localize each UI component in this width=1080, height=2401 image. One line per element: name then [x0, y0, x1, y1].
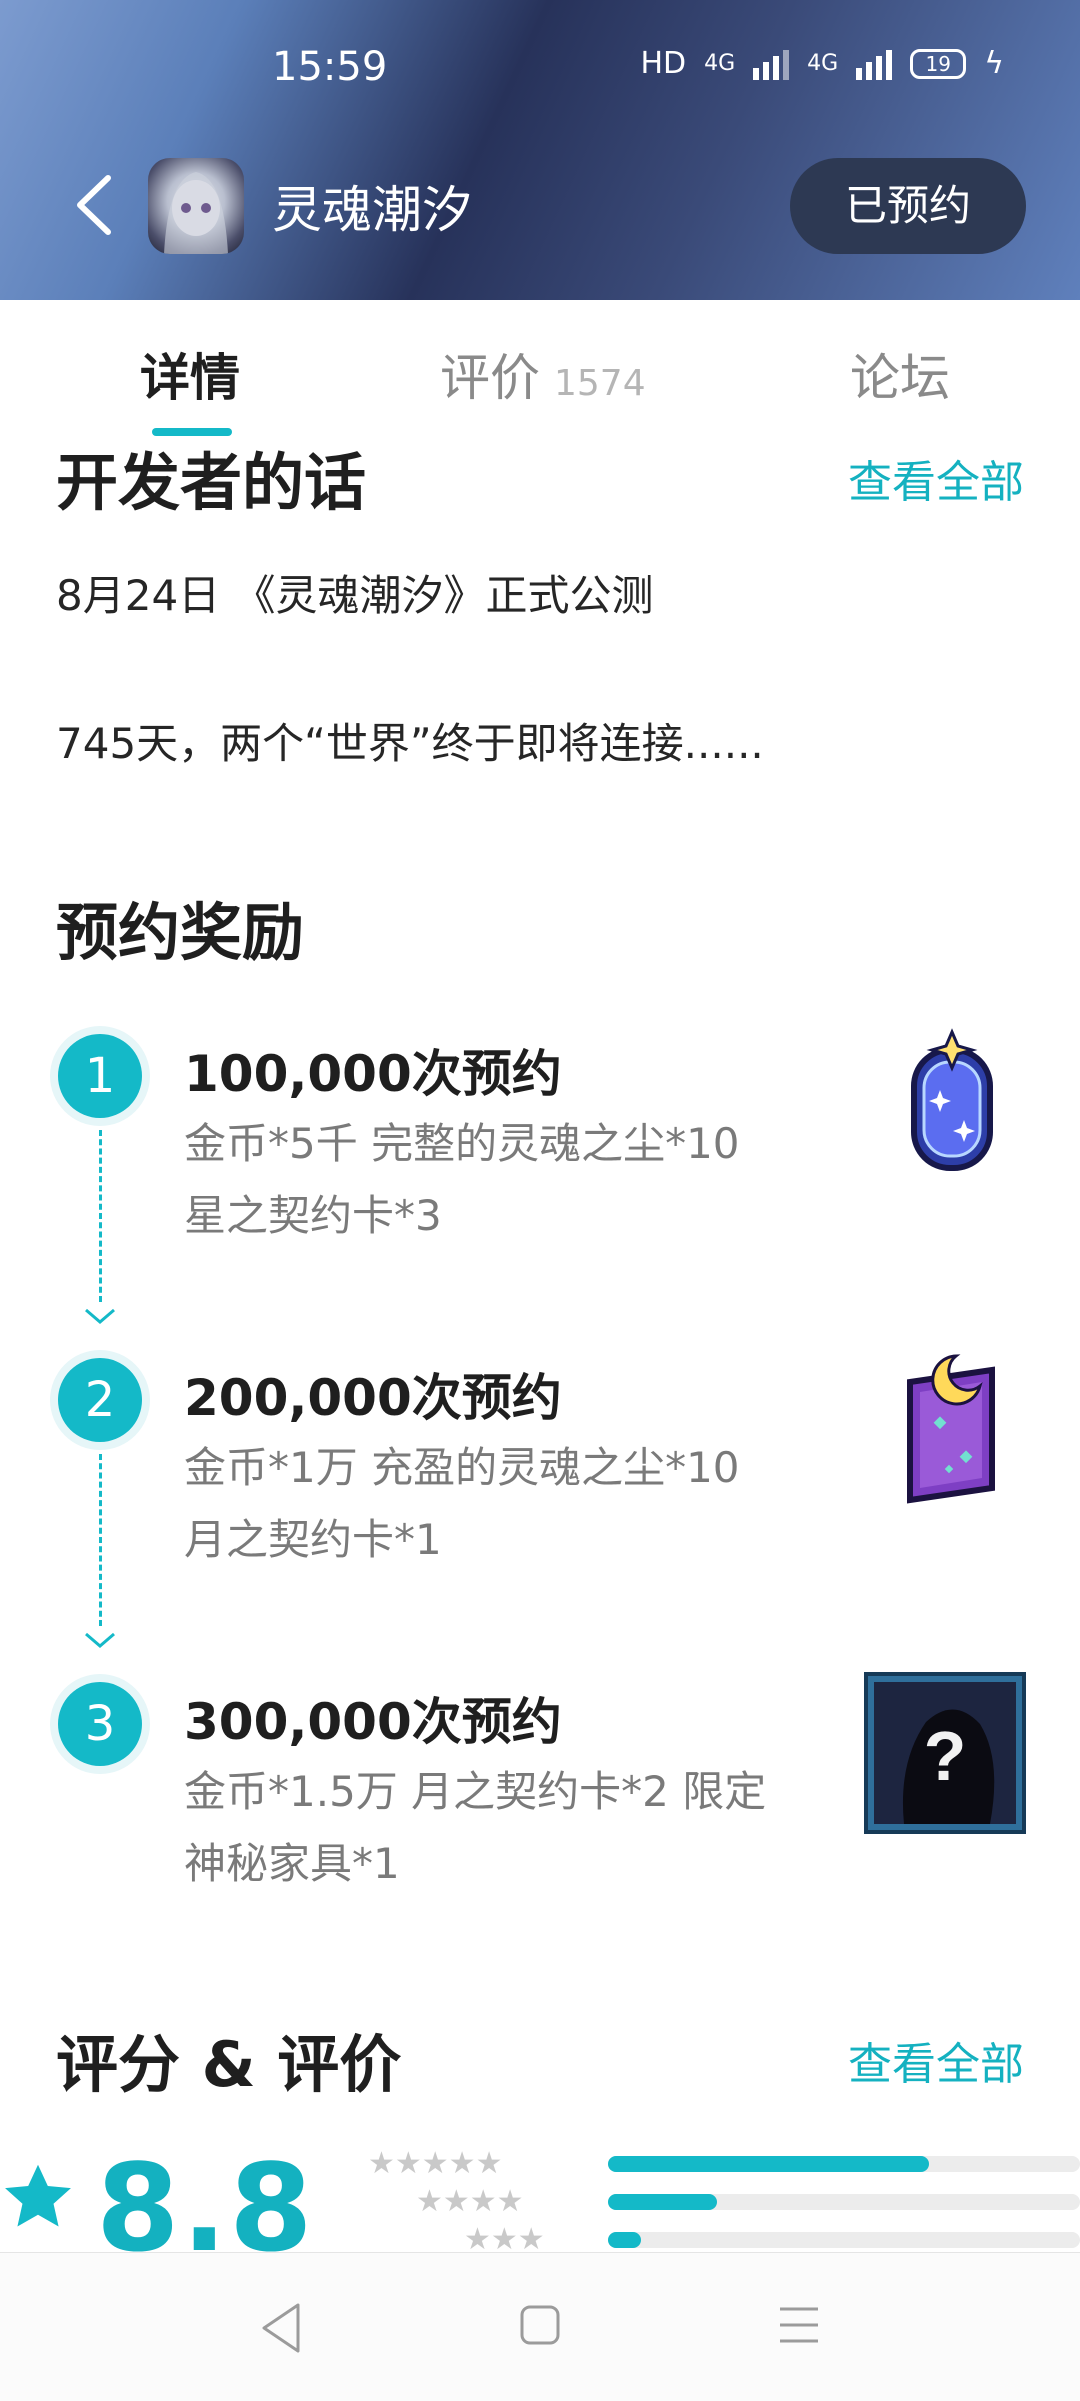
reward-step-2-badge: 2 — [58, 1358, 142, 1442]
timeline-connector-2 — [99, 1454, 102, 1626]
star-contract-card-icon — [911, 1028, 993, 1171]
tab-details[interactable]: 详情 — [140, 338, 240, 410]
ratings-title: 评分 & 评价 — [56, 2028, 402, 2101]
chevron-down-icon — [85, 1632, 115, 1648]
app-icon — [148, 158, 244, 254]
nav-home-icon[interactable] — [518, 2301, 562, 2349]
svg-text:?: ? — [924, 1717, 967, 1795]
developer-text-line-1: 8月24日 《灵魂潮汐》正式公测 — [56, 571, 654, 620]
reward-3-line-1: 金币*1.5万 月之契约卡*2 限定 — [184, 1767, 767, 1816]
four-star-row: ★★★★ — [416, 2184, 524, 2219]
reward-2-line-1: 金币*1万 充盈的灵魂之尘*10 — [184, 1443, 740, 1492]
reservation-rewards-title: 预约奖励 — [56, 896, 305, 969]
reward-step-1-badge: 1 — [58, 1034, 142, 1118]
status-bar: 15:59 HD 4G 4G 19 ϟ — [0, 40, 1080, 100]
tab-reviews[interactable]: 评价 1574 — [440, 338, 646, 410]
battery-icon: 19 — [910, 48, 967, 79]
rating-bar-3 — [608, 2232, 1080, 2248]
rating-star-icon — [5, 2164, 71, 2227]
reserved-button[interactable]: 已预约 — [790, 158, 1026, 254]
rating-bar-3-fill — [608, 2232, 642, 2248]
status-time: 15:59 — [272, 44, 388, 90]
tab-forum-label: 论坛 — [850, 349, 950, 407]
reward-1-line-2: 星之契约卡*3 — [184, 1191, 442, 1240]
reward-step-3-badge: 3 — [58, 1682, 142, 1766]
reward-1-title: 100,000次预约 — [184, 1045, 562, 1103]
rating-bar-4 — [608, 2194, 1080, 2210]
signal-icon-1 — [753, 48, 790, 80]
reward-3-title: 300,000次预约 — [184, 1693, 562, 1751]
network-4g-label-2: 4G — [807, 51, 839, 76]
tab-forum[interactable]: 论坛 — [850, 338, 950, 410]
network-4g-label-1: 4G — [704, 51, 736, 76]
reward-3-line-2: 神秘家具*1 — [184, 1839, 400, 1888]
reward-2-title: 200,000次预约 — [184, 1369, 562, 1427]
back-arrow-icon[interactable] — [70, 170, 120, 240]
mystery-furniture-icon: ? — [864, 1672, 1026, 1834]
app-header: 15:59 HD 4G 4G 19 ϟ 灵魂潮汐 已预约 — [0, 0, 1080, 300]
status-icons: HD 4G 4G 19 ϟ — [640, 46, 1004, 81]
review-count: 1574 — [554, 363, 646, 404]
chevron-down-icon — [85, 1308, 115, 1324]
nav-back-icon[interactable] — [258, 2301, 302, 2355]
five-star-row: ★★★★★ — [368, 2146, 503, 2181]
hd-label: HD — [640, 46, 687, 81]
signal-icon-2 — [856, 48, 893, 80]
system-navigation-bar — [0, 2252, 1080, 2401]
ratings-view-all-link[interactable]: 查看全部 — [848, 2028, 1024, 2092]
nav-menu-icon[interactable] — [776, 2301, 822, 2349]
developer-text-line-2: 745天，两个“世界”终于即将连接...... — [56, 719, 764, 768]
developer-words-title: 开发者的话 — [56, 446, 367, 519]
charging-icon: ϟ — [984, 46, 1004, 81]
rating-bar-4-fill — [608, 2194, 717, 2210]
tab-reviews-label: 评价 — [440, 349, 540, 407]
reward-2-line-2: 月之契约卡*1 — [184, 1515, 442, 1564]
rating-bar-5-fill — [608, 2156, 929, 2172]
timeline-connector-1 — [99, 1130, 102, 1302]
moon-contract-card-icon — [907, 1354, 995, 1504]
app-name: 灵魂潮汐 — [272, 181, 472, 239]
tab-bar: 详情 评价 1574 论坛 — [0, 300, 1080, 436]
tab-details-label: 详情 — [140, 349, 240, 407]
rating-bar-5 — [608, 2156, 1080, 2172]
developer-view-all-link[interactable]: 查看全部 — [848, 446, 1024, 510]
reward-1-line-1: 金币*5千 完整的灵魂之尘*10 — [184, 1119, 740, 1168]
